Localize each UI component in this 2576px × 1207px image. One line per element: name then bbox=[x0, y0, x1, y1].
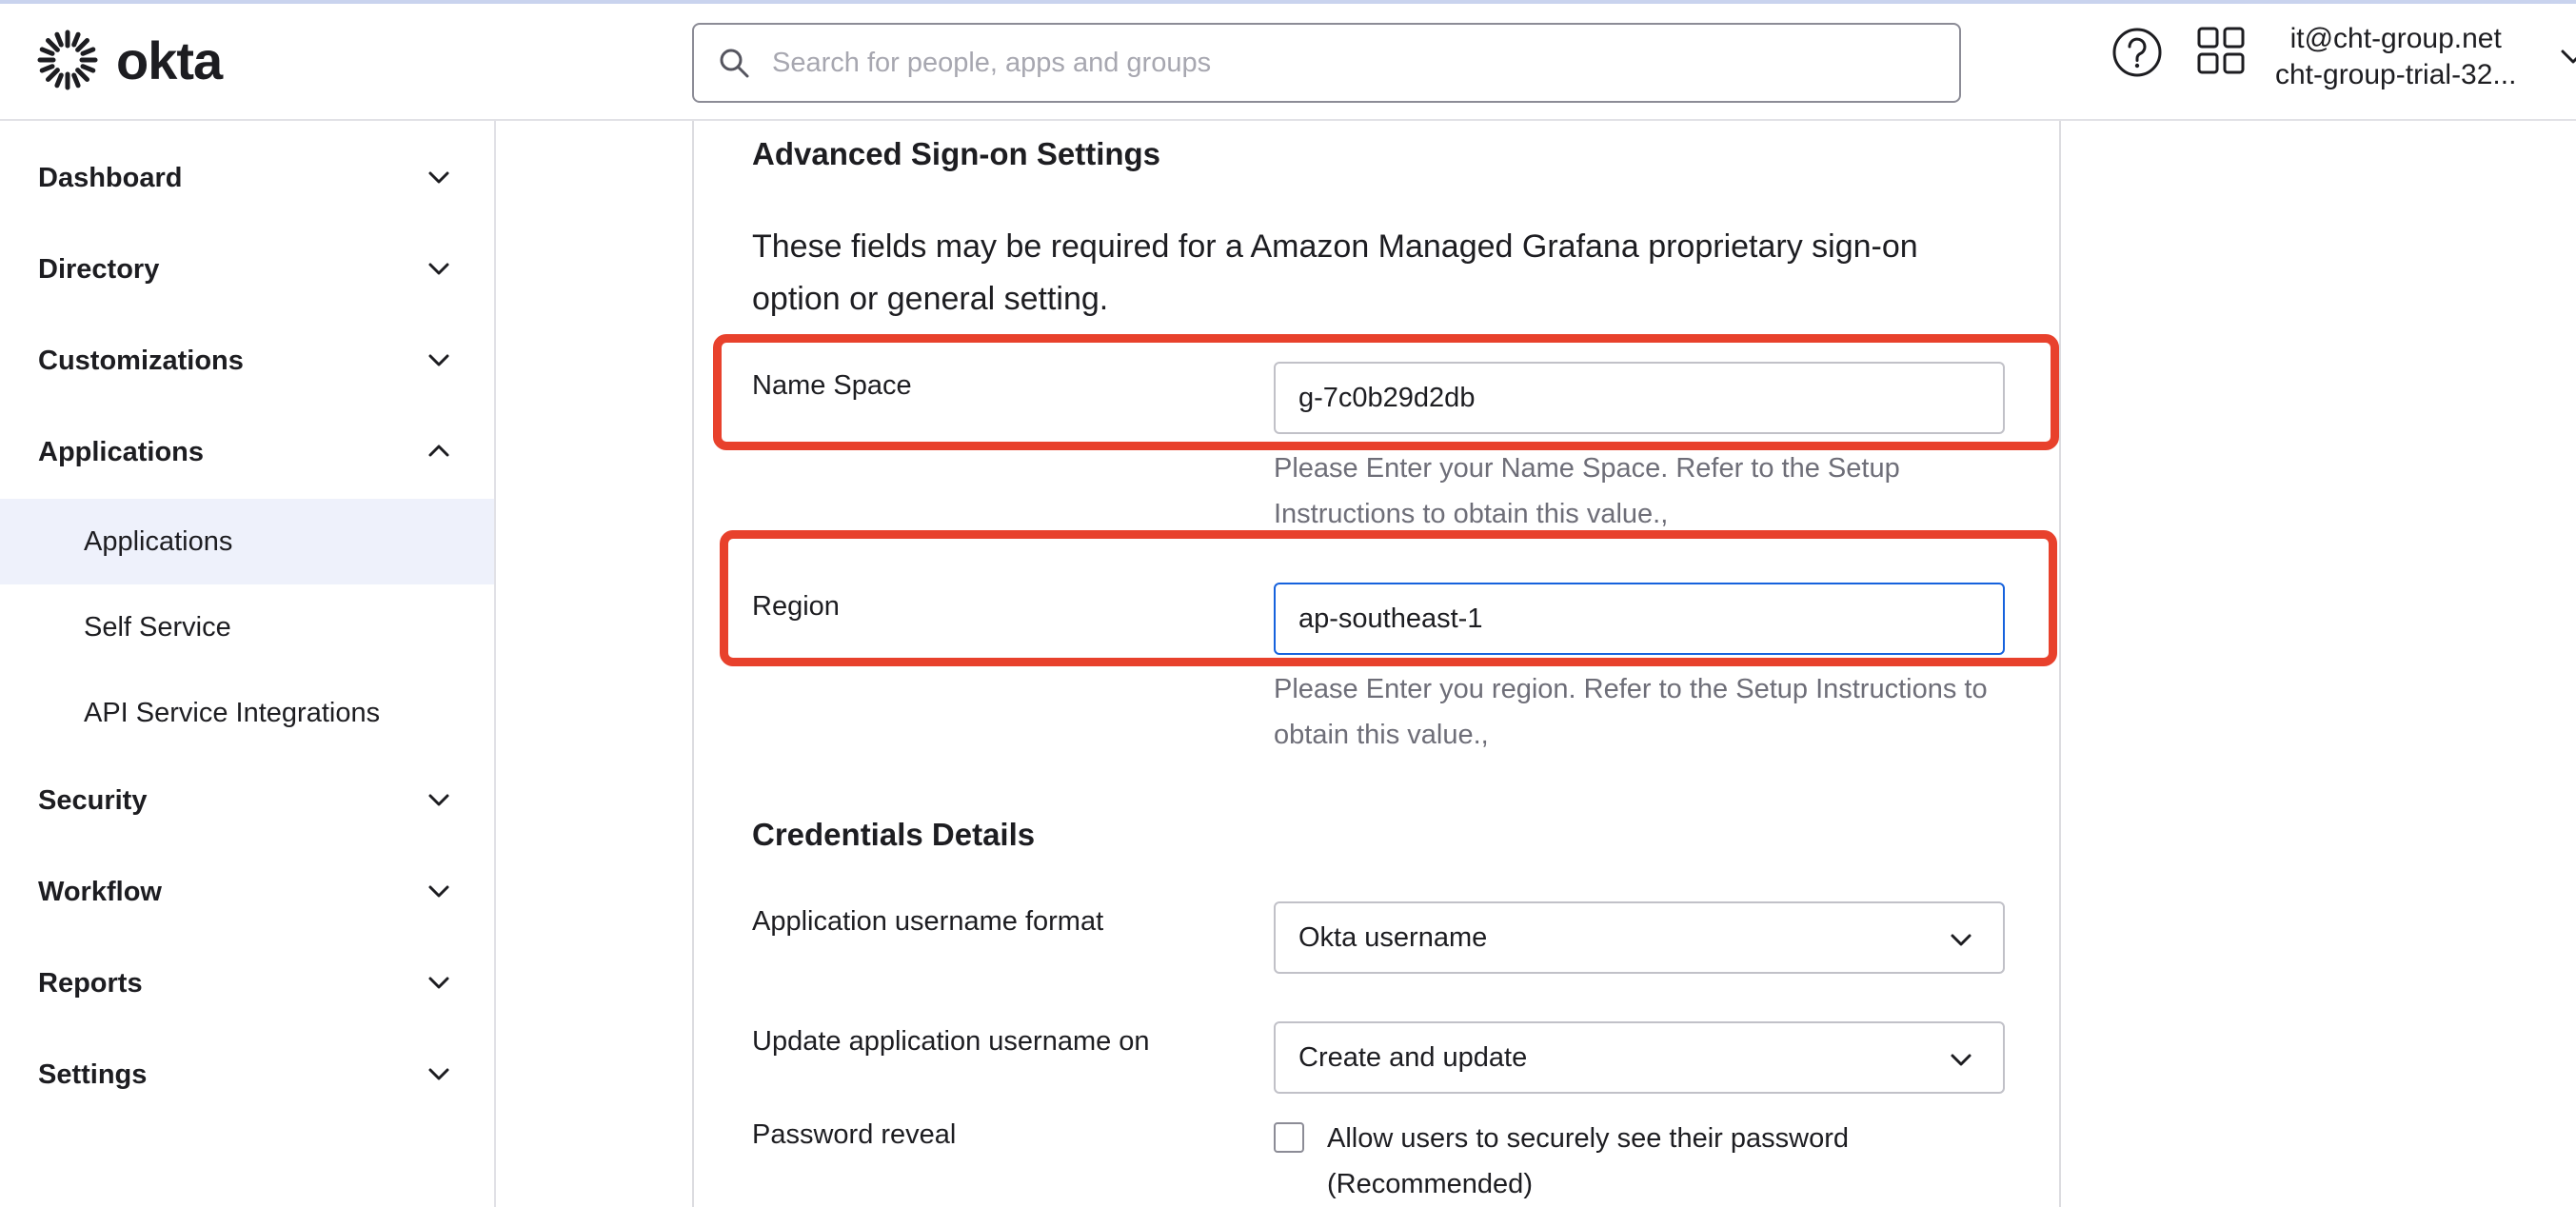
sidebar-item-label: Directory bbox=[38, 253, 160, 285]
update-username-label: Update application username on bbox=[752, 1026, 1150, 1057]
chevron-down-icon bbox=[428, 171, 449, 184]
chevron-down-icon bbox=[428, 1068, 449, 1080]
user-org: cht-group-trial-32... bbox=[2275, 59, 2517, 90]
user-email: it@cht-group.net bbox=[2289, 23, 2502, 54]
password-reveal-checkbox[interactable] bbox=[1274, 1122, 1304, 1153]
help-icon[interactable] bbox=[2111, 27, 2163, 78]
sidebar-nav: Dashboard Directory Customizations Appli… bbox=[0, 121, 496, 1207]
password-reveal-checkbox-label[interactable]: Allow users to securely see their passwo… bbox=[1327, 1116, 1936, 1207]
chevron-up-icon bbox=[428, 445, 449, 457]
okta-logo[interactable]: okta bbox=[36, 29, 223, 91]
sidebar-item-settings[interactable]: Settings bbox=[0, 1037, 494, 1113]
advanced-sign-on-description: These fields may be required for a Amazo… bbox=[752, 228, 1918, 317]
app-grid-icon[interactable] bbox=[2197, 27, 2245, 74]
chevron-down-icon bbox=[1951, 934, 1972, 946]
chevron-down-icon bbox=[428, 885, 449, 898]
sidebar-item-directory[interactable]: Directory bbox=[0, 231, 494, 307]
credentials-details-title: Credentials Details bbox=[752, 817, 1036, 852]
okta-sunburst-icon bbox=[37, 30, 98, 90]
sidebar-item-label: Reports bbox=[38, 967, 143, 999]
app-settings-card: Advanced Sign-on Settings These fields m… bbox=[692, 121, 2061, 1207]
username-format-label: Application username format bbox=[752, 906, 1104, 937]
user-menu[interactable]: it@cht-group.net cht-group-trial-32... bbox=[2275, 21, 2516, 93]
sidebar-subitem-api-service-integrations[interactable]: API Service Integrations bbox=[0, 670, 494, 756]
username-format-select[interactable]: Okta username bbox=[1274, 901, 2005, 974]
update-username-value: Create and update bbox=[1298, 1041, 1528, 1073]
sidebar-item-label: Customizations bbox=[38, 345, 244, 376]
search-icon bbox=[720, 49, 749, 78]
password-reveal-label: Password reveal bbox=[752, 1119, 957, 1150]
sidebar-item-label: Settings bbox=[38, 1059, 148, 1090]
chevron-down-icon[interactable] bbox=[2559, 42, 2576, 70]
sidebar-item-dashboard[interactable]: Dashboard bbox=[0, 140, 494, 216]
global-search[interactable] bbox=[692, 23, 1961, 103]
sidebar-subitem-label: Applications bbox=[84, 525, 233, 557]
brand-name: okta bbox=[116, 30, 223, 90]
sidebar-subitem-applications[interactable]: Applications bbox=[0, 499, 494, 584]
chevron-down-icon bbox=[428, 263, 449, 275]
sidebar-item-label: Workflow bbox=[38, 876, 162, 907]
sidebar-subitem-self-service[interactable]: Self Service bbox=[0, 584, 494, 670]
sidebar-item-workflow[interactable]: Workflow bbox=[0, 854, 494, 930]
advanced-sign-on-title: Advanced Sign-on Settings bbox=[752, 136, 1161, 171]
update-username-select[interactable]: Create and update bbox=[1274, 1021, 2005, 1094]
sidebar-item-reports[interactable]: Reports bbox=[0, 945, 494, 1021]
sidebar-subitem-label: Self Service bbox=[84, 611, 231, 643]
sidebar-item-label: Applications bbox=[38, 436, 205, 467]
sidebar-item-applications[interactable]: Applications bbox=[0, 414, 494, 490]
sidebar-item-label: Security bbox=[38, 784, 148, 816]
sidebar-subitem-label: API Service Integrations bbox=[84, 697, 381, 728]
top-bar: okta it@cht-group.net cht-group-trial-32… bbox=[0, 0, 2576, 121]
chevron-down-icon bbox=[1951, 1054, 1972, 1066]
region-hint: Please Enter you region. Refer to the Se… bbox=[1274, 674, 1988, 750]
chevron-down-icon bbox=[428, 977, 449, 989]
highlight-box-region bbox=[720, 530, 2057, 666]
sidebar-item-customizations[interactable]: Customizations bbox=[0, 323, 494, 399]
chevron-down-icon bbox=[428, 354, 449, 366]
name-space-hint: Please Enter your Name Space. Refer to t… bbox=[1274, 453, 1900, 529]
username-format-value: Okta username bbox=[1298, 921, 1488, 953]
highlight-box-name-space bbox=[713, 334, 2059, 450]
chevron-down-icon bbox=[428, 794, 449, 806]
sidebar-item-label: Dashboard bbox=[38, 162, 183, 193]
sidebar-item-security[interactable]: Security bbox=[0, 762, 494, 839]
search-input[interactable] bbox=[772, 47, 1914, 79]
